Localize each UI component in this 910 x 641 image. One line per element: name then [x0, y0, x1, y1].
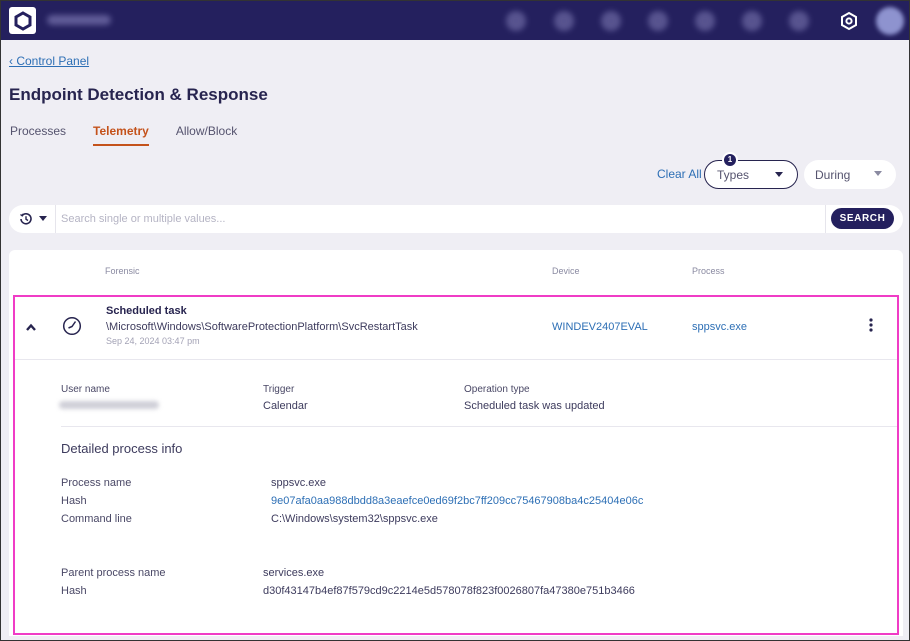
process-name-label: Process name [61, 477, 132, 489]
user-name-value-redacted [59, 401, 159, 409]
telemetry-table: Forensic Device Process Scheduled task \… [9, 250, 903, 636]
search-input[interactable] [61, 210, 821, 228]
top-navigation-bar [1, 1, 909, 40]
column-header-device[interactable]: Device [552, 266, 580, 276]
operation-type-label: Operation type [464, 384, 530, 395]
nav-icon-redacted[interactable] [789, 11, 809, 31]
command-line-value: C:\Windows\system32\sppsvc.exe [271, 513, 438, 525]
trigger-value: Calendar [263, 400, 308, 412]
column-header-forensic[interactable]: Forensic [105, 266, 140, 276]
user-name-label: User name [61, 384, 110, 395]
chevron-up-icon[interactable] [25, 322, 37, 332]
types-count-badge: 1 [724, 154, 736, 166]
tab-telemetry[interactable]: Telemetry [93, 124, 149, 146]
tab-allow-block[interactable]: Allow/Block [176, 124, 237, 146]
divider [825, 205, 826, 233]
nav-icon-redacted[interactable] [554, 11, 574, 31]
search-bar: SEARCH [9, 205, 903, 233]
chevron-down-icon [874, 171, 882, 176]
parent-process-name-value: services.exe [263, 567, 325, 579]
search-history-dropdown[interactable] [17, 211, 49, 227]
search-button[interactable]: SEARCH [831, 208, 894, 229]
divider [61, 426, 897, 427]
during-filter-label: During [815, 168, 851, 182]
types-filter-label: Types [717, 168, 750, 182]
parent-hash-value: d30f43147b4ef87f579cd9c2214e5d578078f823… [263, 585, 635, 597]
brand-name-redacted [47, 15, 111, 25]
divider [15, 359, 897, 360]
event-timestamp: Sep 24, 2024 03:47 pm [106, 336, 200, 346]
operation-type-value: Scheduled task was updated [464, 400, 605, 412]
trigger-label: Trigger [263, 384, 295, 395]
page-title: Endpoint Detection & Response [9, 85, 268, 104]
hash-link[interactable]: 9e07afa0aa988dbdd8a3eaefce0ed69f2bc7ff20… [271, 495, 643, 507]
column-header-process[interactable]: Process [692, 266, 725, 276]
nav-icon-redacted[interactable] [742, 11, 762, 31]
event-title: Scheduled task [106, 305, 187, 317]
app-logo[interactable] [9, 7, 36, 34]
nav-icon-redacted[interactable] [648, 11, 668, 31]
clock-icon [62, 316, 82, 336]
parent-hash-label: Hash [61, 585, 87, 597]
more-options-icon[interactable] [866, 317, 876, 333]
chevron-down-icon [39, 216, 47, 221]
clear-all-button[interactable]: Clear All [657, 167, 702, 181]
process-name-value: sppsvc.exe [271, 477, 327, 489]
parent-process-name-label: Parent process name [61, 567, 166, 579]
during-filter-dropdown[interactable]: During [804, 160, 896, 189]
types-filter-dropdown[interactable]: Types 1 [704, 154, 798, 189]
device-link[interactable]: WINDEV2407EVAL [552, 321, 648, 333]
detailed-process-info-heading: Detailed process info [61, 441, 183, 456]
event-path: \Microsoft\Windows\SoftwareProtectionPla… [106, 321, 418, 333]
back-to-control-panel-link[interactable]: ‹ Control Panel [9, 54, 89, 68]
user-avatar[interactable] [876, 7, 904, 35]
process-link[interactable]: sppsvc.exe [692, 321, 747, 333]
command-line-label: Command line [61, 513, 132, 525]
tab-bar: Processes Telemetry Allow/Block [10, 124, 264, 146]
nav-icon-redacted[interactable] [601, 11, 621, 31]
nav-icon-redacted[interactable] [695, 11, 715, 31]
nav-icon-redacted[interactable] [506, 11, 526, 31]
chevron-down-icon [775, 172, 783, 177]
history-icon [20, 212, 32, 225]
divider [55, 205, 56, 233]
hash-label: Hash [61, 495, 87, 507]
gear-icon[interactable] [839, 11, 859, 31]
table-row: Scheduled task \Microsoft\Windows\Softwa… [13, 295, 899, 635]
hexagon-logo-icon [14, 10, 31, 31]
tab-processes[interactable]: Processes [10, 124, 66, 146]
